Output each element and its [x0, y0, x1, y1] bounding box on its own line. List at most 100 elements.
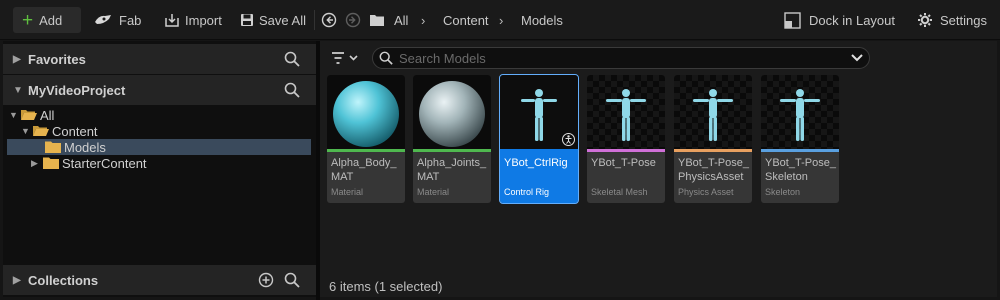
asset-name: YBot_T-Pose_ PhysicsAsset [678, 157, 749, 183]
tree-label: Content [52, 123, 98, 139]
breadcrumb-all[interactable]: All [394, 7, 408, 33]
asset-type-color-bar [500, 149, 578, 152]
tree-item-models[interactable]: Models [7, 139, 311, 155]
fab-label: Fab [119, 12, 142, 28]
asset-thumbnail [413, 75, 491, 149]
import-label: Import [185, 12, 222, 28]
sphere-gray-icon [419, 81, 485, 147]
expand-arrow-icon: ▶ [13, 53, 21, 65]
forward-button[interactable] [345, 7, 361, 33]
asset-tile-selected[interactable]: YBot_CtrlRig Control Rig [499, 74, 579, 204]
search-icon[interactable] [284, 82, 300, 101]
asset-type-color-bar [761, 149, 839, 152]
save-icon [240, 13, 254, 27]
asset-type: Material [417, 187, 450, 197]
search-icon[interactable] [284, 272, 300, 291]
folder-icon [370, 15, 384, 26]
breadcrumb-models[interactable]: Models [521, 7, 563, 33]
breadcrumb-chevron-icon[interactable]: › [421, 7, 425, 33]
asset-tile[interactable]: YBot_T-Pose_ Skeleton Skeleton [761, 75, 839, 203]
collapse-arrow-icon: ▼ [21, 126, 30, 136]
dock-label: Dock in Layout [809, 12, 895, 28]
sphere-cyan-icon [333, 81, 399, 147]
person-badge-icon [562, 133, 575, 146]
asset-type-color-bar [674, 149, 752, 152]
gear-icon [917, 12, 933, 28]
fab-button[interactable]: Fab [93, 7, 141, 33]
collections-label: Collections [28, 272, 99, 288]
save-all-button[interactable]: Save All [240, 7, 306, 33]
asset-name: Alpha_Joints_ MAT [417, 157, 487, 183]
filter-icon [332, 52, 358, 64]
asset-name: Alpha_Body_ MAT [331, 157, 397, 183]
toolbar-separator [314, 10, 315, 30]
asset-thumbnail [674, 75, 752, 149]
tree-label: StarterContent [62, 155, 147, 171]
settings-button[interactable]: Settings [917, 7, 987, 33]
back-arrow-icon [321, 12, 337, 28]
asset-tile[interactable]: Alpha_Joints_ MAT Material [413, 75, 491, 203]
favorites-header[interactable]: ▶ Favorites [3, 44, 316, 74]
expand-arrow-icon: ▶ [13, 274, 21, 286]
add-button[interactable]: + Add [13, 7, 81, 33]
folder-root-button[interactable] [369, 7, 385, 33]
breadcrumb-label: Content [443, 12, 489, 28]
open-folder-icon [33, 125, 49, 137]
add-label: Add [39, 12, 63, 28]
asset-type: Physics Asset [678, 187, 734, 197]
favorites-label: Favorites [28, 51, 86, 67]
breadcrumb-label: All [394, 12, 409, 28]
asset-type-color-bar [413, 149, 491, 152]
collections-header[interactable]: ▶ Collections [3, 265, 316, 295]
asset-type: Control Rig [504, 187, 550, 197]
tree-item-startercontent[interactable]: ▶ StarterContent [31, 155, 311, 171]
project-header[interactable]: ▼ MyVideoProject [3, 75, 316, 105]
asset-tile[interactable]: YBot_T-Pose_ PhysicsAsset Physics Asset [674, 75, 752, 203]
asset-type: Skeletal Mesh [591, 187, 648, 197]
import-icon [164, 12, 180, 28]
asset-search-box[interactable] [372, 47, 870, 69]
filter-button[interactable] [331, 51, 359, 68]
breadcrumb-content[interactable]: Content [443, 7, 489, 33]
asset-name: YBot_T-Pose_ Skeleton [765, 157, 836, 183]
tree-item-content[interactable]: ▼ Content [21, 123, 309, 139]
sources-panel: ▶ Favorites ▼ MyVideoProject ▼ All ▼ Con… [3, 41, 316, 297]
collapse-arrow-icon: ▼ [13, 84, 23, 96]
expand-arrow-icon: ▶ [31, 157, 38, 168]
add-collection-icon[interactable] [258, 272, 274, 291]
asset-tile[interactable]: Alpha_Body_ MAT Material [327, 75, 405, 203]
folder-icon [45, 141, 61, 153]
asset-thumbnail [761, 75, 839, 149]
fab-icon [93, 13, 113, 27]
breadcrumb-label: Models [521, 12, 563, 28]
save-all-label: Save All [259, 12, 306, 28]
asset-name: YBot_CtrlRig [504, 157, 568, 169]
tree-item-all[interactable]: ▼ All [9, 107, 309, 123]
dock-layout-icon [784, 11, 801, 29]
search-icon[interactable] [284, 51, 300, 70]
import-button[interactable]: Import [164, 7, 222, 33]
asset-name: YBot_T-Pose [591, 157, 656, 169]
asset-thumbnail [587, 75, 665, 149]
dock-in-layout-button[interactable]: Dock in Layout [784, 7, 895, 33]
forward-arrow-icon [345, 12, 361, 28]
asset-type: Skeleton [765, 187, 801, 197]
search-icon [379, 51, 393, 65]
asset-tile[interactable]: YBot_T-Pose Skeletal Mesh [587, 75, 665, 203]
chevron-down-icon[interactable] [851, 54, 863, 62]
item-count-status: 6 items (1 selected) [329, 279, 443, 294]
content-browser-toolbar: + Add Fab Import Save All All › Content … [0, 0, 1000, 40]
asset-search-input[interactable] [399, 50, 839, 66]
breadcrumb-chevron-icon[interactable]: › [499, 7, 503, 33]
project-label: MyVideoProject [28, 82, 126, 98]
tree-label: All [40, 107, 55, 123]
mannequin-icon [606, 89, 646, 141]
asset-view-panel: Alpha_Body_ MAT Material Alpha_Joints_ M… [320, 41, 997, 297]
plus-icon: + [22, 9, 34, 31]
asset-type-color-bar [587, 149, 665, 152]
collapse-arrow-icon: ▼ [9, 110, 18, 120]
back-button[interactable] [321, 7, 337, 33]
asset-thumbnail [327, 75, 405, 149]
tree-label: Models [64, 139, 106, 155]
mannequin-icon [693, 89, 733, 141]
